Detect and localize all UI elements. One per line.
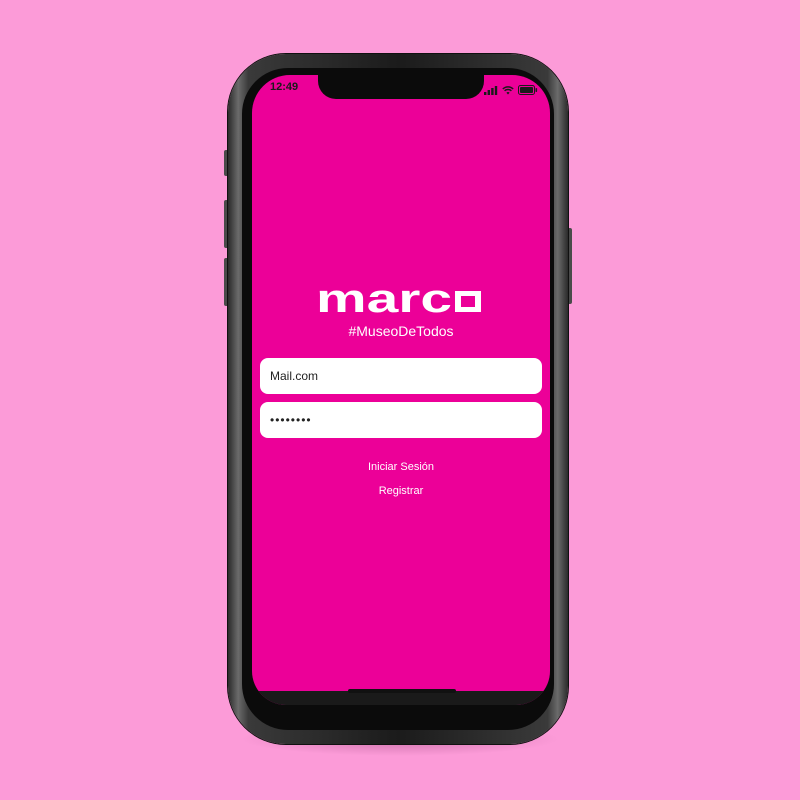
stage: 12:49 marc #MuseoDeTodos Mail.com ••••••… [0,0,800,800]
register-button[interactable]: Registrar [252,485,550,497]
login-button[interactable]: Iniciar Sesión [252,461,550,473]
tagline: #MuseoDeTodos [348,323,454,339]
status-icons [484,82,538,100]
wifi-icon [502,82,514,100]
app-screen: 12:49 marc #MuseoDeTodos Mail.com ••••••… [252,75,550,705]
svg-text:marc: marc [316,280,452,318]
status-time: 12:49 [270,81,299,93]
email-field[interactable]: Mail.com [260,358,542,394]
password-field[interactable]: •••••••• [260,402,542,438]
screen-bottom-bar [252,691,550,705]
signal-icon [484,82,498,100]
notch [318,75,484,99]
home-indicator[interactable] [348,689,456,693]
marco-logo: marc [316,277,486,321]
battery-icon [518,82,538,100]
